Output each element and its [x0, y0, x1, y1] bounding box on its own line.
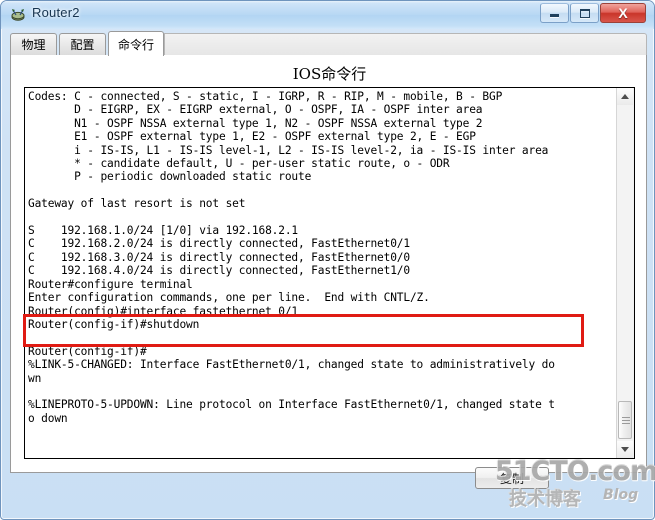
cli-panel: IOS命令行 Codes: C - connected, S - static,… — [10, 55, 647, 473]
window-title: Router2 — [32, 5, 80, 20]
chevron-down-icon — [621, 447, 629, 452]
router-window: Router2 X 物理 配置 命令行 IOS命令行 Codes: C - co… — [0, 0, 655, 520]
tab-config[interactable]: 配置 — [59, 33, 106, 55]
maximize-button[interactable] — [570, 3, 599, 23]
close-icon: X — [618, 5, 628, 21]
watermark-blog: Blog — [603, 487, 639, 503]
scrollbar-thumb[interactable] — [618, 401, 632, 439]
tab-strip-filler — [164, 33, 647, 55]
terminal-container: Codes: C - connected, S - static, I - IG… — [24, 87, 635, 459]
minimize-button[interactable] — [540, 3, 569, 23]
copy-button[interactable]: 复制 — [475, 467, 549, 489]
tab-command-line[interactable]: 命令行 — [108, 31, 164, 56]
tab-command-line-label: 命令行 — [117, 37, 154, 52]
terminal-output-area[interactable]: Codes: C - connected, S - static, I - IG… — [25, 88, 616, 458]
maximize-icon — [579, 8, 590, 18]
panel-heading: IOS命令行 — [292, 65, 367, 83]
copy-button-label: 复制 — [499, 471, 524, 486]
tab-config-label: 配置 — [70, 38, 95, 52]
scroll-up-arrow-icon[interactable] — [617, 88, 633, 105]
router-icon — [10, 7, 26, 23]
terminal-output-text: Codes: C - connected, S - static, I - IG… — [28, 90, 555, 425]
scrollbar-grip-icon — [622, 417, 630, 424]
window-title-bar: Router2 X — [1, 1, 654, 29]
chevron-up-icon — [621, 94, 629, 99]
terminal-scrollbar[interactable] — [616, 88, 634, 458]
minimize-icon — [550, 14, 559, 17]
tab-strip: 物理 配置 命令行 — [10, 31, 647, 56]
tab-physical[interactable]: 物理 — [10, 33, 57, 55]
tab-physical-label: 物理 — [21, 38, 46, 52]
scrollbar-track[interactable] — [617, 105, 633, 441]
close-button[interactable]: X — [600, 3, 646, 23]
scroll-down-arrow-icon[interactable] — [617, 441, 633, 458]
